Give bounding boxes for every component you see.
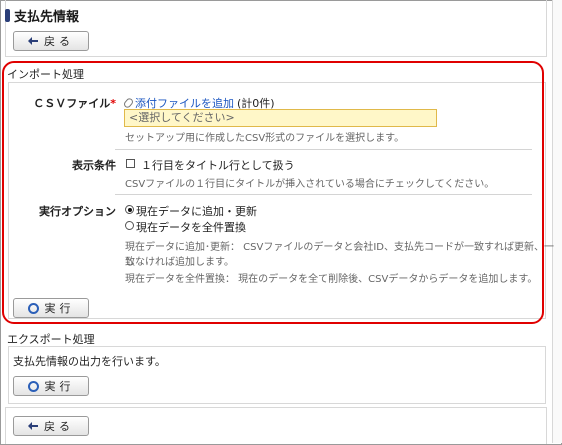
- csv-file-label: ＣＳＶファイル*: [30, 95, 116, 111]
- radio-add-update[interactable]: [125, 205, 134, 214]
- divider: [115, 194, 532, 195]
- divider: [115, 149, 532, 150]
- arrow-left-icon: [28, 422, 38, 430]
- vertical-scrollbar[interactable]: [552, 0, 562, 443]
- back-button-label: 戻る: [44, 35, 74, 48]
- required-mark: *: [110, 97, 116, 110]
- circle-icon: [27, 380, 39, 392]
- import-execute-label: 実行: [44, 302, 75, 315]
- export-section-header: エクスポート処理: [7, 333, 95, 346]
- paperclip-icon: [122, 96, 135, 110]
- title-marker: [5, 8, 10, 22]
- page-title: 支払先情報: [14, 9, 80, 25]
- page-title-bar: 支払先情報: [5, 5, 79, 25]
- exec-option-label: 実行オプション: [39, 205, 116, 218]
- back-button-label: 戻る: [44, 420, 74, 433]
- csv-file-select[interactable]: <選択してください>: [124, 109, 437, 127]
- export-execute-button[interactable]: 実行: [13, 376, 89, 396]
- import-execute-button[interactable]: 実行: [13, 298, 89, 318]
- display-condition-label: 表示条件: [72, 159, 116, 172]
- export-execute-label: 実行: [44, 380, 75, 393]
- radio-replace-all[interactable]: [125, 221, 134, 230]
- title-row-checkbox-label[interactable]: １行目をタイトル行として扱う: [141, 157, 295, 173]
- csv-help-text: セットアップ用に作成したCSV形式のファイルを選択します。: [125, 133, 405, 144]
- exec-help-line-2: しなければ追加します。: [125, 257, 234, 268]
- display-help-text: CSVファイルの１行目にタイトルが挿入されている場合にチェックしてください。: [125, 179, 495, 190]
- exec-help-line-3: 現在データを全件置換： 現在のデータを全て削除後、CSVデータからデータを追加し…: [125, 274, 538, 285]
- back-button-bottom[interactable]: 戻る: [13, 416, 89, 436]
- radio-replace-all-label[interactable]: 現在データを全件置換: [136, 219, 246, 235]
- back-button-top[interactable]: 戻る: [13, 31, 89, 51]
- export-description: 支払先情報の出力を行います。: [13, 355, 166, 368]
- radio-add-update-label[interactable]: 現在データに追加・更新: [136, 203, 257, 219]
- arrow-left-icon: [28, 37, 38, 45]
- title-row-checkbox[interactable]: [126, 159, 135, 168]
- csv-file-label-text: ＣＳＶファイル: [33, 97, 111, 110]
- circle-icon: [27, 302, 39, 314]
